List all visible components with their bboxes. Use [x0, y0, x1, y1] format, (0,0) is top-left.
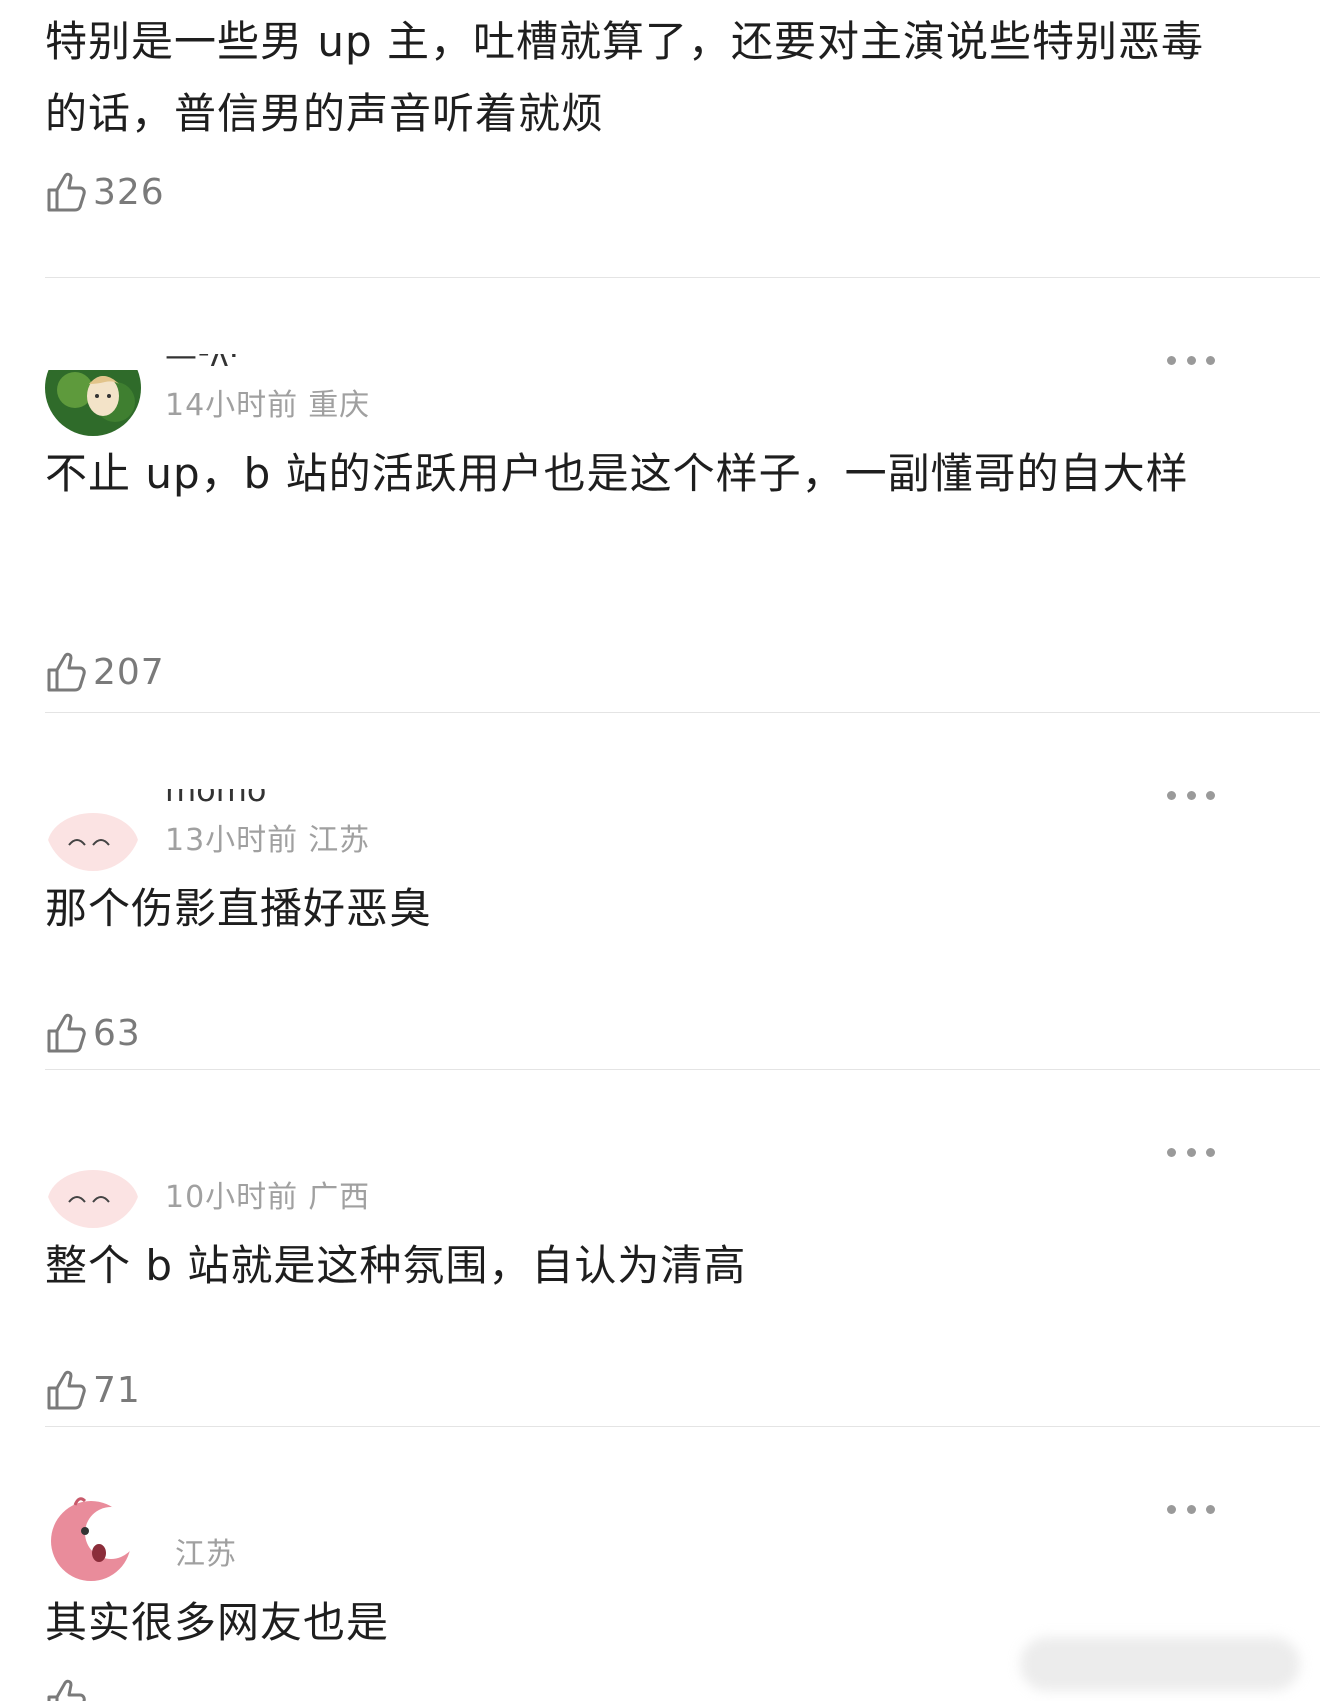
comment-header: momo 13小时前 江苏 — [45, 763, 1245, 871]
avatar-image — [45, 340, 141, 436]
comment-time: 14小时前 — [165, 388, 299, 423]
like-count: 63 — [93, 1012, 141, 1054]
comment-text: 那个伤影直播好恶臭 — [45, 884, 433, 933]
thumbs-up-icon — [47, 1370, 86, 1410]
comment-location: 广西 — [308, 1180, 371, 1215]
more-options-button[interactable] — [1167, 785, 1215, 805]
avatar-image — [45, 775, 141, 871]
dot-icon — [1167, 790, 1176, 800]
avatar-image — [45, 1132, 141, 1228]
comment-item: 特别是一些男 up 主，吐槽就算了，还要对主演说些特别恶毒的话，普信男的声音听着… — [0, 0, 1320, 278]
comment-text: 整个 b 站就是这种氛围，自认为清高 — [45, 1241, 747, 1290]
comment-meta: 14小时前 重庆 — [165, 380, 370, 424]
comment-text: 特别是一些男 up 主，吐槽就算了，还要对主演说些特别恶毒的话，普信男的声音听着… — [45, 17, 1204, 138]
avatar[interactable] — [45, 1489, 141, 1585]
dot-icon — [1186, 355, 1196, 365]
dot-icon — [1186, 1147, 1196, 1157]
blurred-watermark — [1020, 1637, 1300, 1691]
more-options-button[interactable] — [1167, 1499, 1215, 1519]
dot-icon — [1206, 1504, 1215, 1514]
dot-icon — [1167, 355, 1176, 365]
comment-header: 江苏 — [45, 1477, 1245, 1585]
comment-time: 10小时前 — [165, 1180, 299, 1215]
dot-icon — [1206, 355, 1215, 365]
comment-location: 江苏 — [308, 823, 371, 858]
like-button[interactable]: 63 — [45, 1011, 141, 1055]
more-options-button[interactable] — [1167, 1142, 1215, 1162]
comment-item: 10小时前 广西 整个 b 站就是这种氛围，自认为清高 71 — [0, 1070, 1320, 1427]
dot-icon — [1167, 1504, 1176, 1514]
like-button[interactable]: 326 — [45, 170, 165, 214]
like-count: 71 — [93, 1369, 141, 1411]
comment-header: —¹ʌ· 14小时前 重庆 — [45, 328, 1245, 436]
dot-icon — [1186, 790, 1196, 800]
like-count: 207 — [93, 651, 165, 693]
comment-meta: 10小时前 广西 — [165, 1172, 370, 1216]
thumbs-up-icon — [47, 172, 86, 212]
comment-time: 13小时前 — [165, 823, 299, 858]
comment-meta: 13小时前 江苏 — [165, 815, 370, 859]
username[interactable]: —¹ʌ· — [165, 354, 239, 370]
comment-location: 江苏 — [175, 1537, 237, 1572]
comment-item: —¹ʌ· 14小时前 重庆 不止 up，b 站的活跃用户也是这个样子，一副懂哥的自… — [0, 278, 1320, 713]
comment-meta: 江苏 — [165, 1529, 237, 1573]
comment-location: 重庆 — [308, 388, 371, 423]
dot-icon — [1167, 1147, 1176, 1157]
like-button[interactable]: 71 — [45, 1368, 141, 1412]
avatar[interactable] — [45, 775, 141, 871]
thumbs-up-icon — [47, 1013, 86, 1053]
like-button[interactable] — [45, 1677, 93, 1701]
thumbs-up-icon — [47, 652, 86, 692]
comment-header: 10小时前 广西 — [45, 1120, 1245, 1228]
more-options-button[interactable] — [1167, 350, 1215, 370]
comment-item: momo 13小时前 江苏 那个伤影直播好恶臭 63 — [0, 713, 1320, 1070]
avatar[interactable] — [45, 1132, 141, 1228]
dot-icon — [1186, 1504, 1196, 1514]
username[interactable]: momo — [165, 789, 267, 805]
comment-list: 特别是一些男 up 主，吐槽就算了，还要对主演说些特别恶毒的话，普信男的声音听着… — [0, 0, 1320, 1701]
avatar[interactable] — [45, 340, 141, 436]
thumbs-up-icon — [47, 1679, 86, 1701]
like-button[interactable]: 207 — [45, 650, 165, 694]
dot-icon — [1206, 1147, 1215, 1157]
comment-text: 不止 up，b 站的活跃用户也是这个样子，一副懂哥的自大样 — [45, 449, 1189, 498]
like-count: 326 — [93, 171, 165, 213]
dot-icon — [1206, 790, 1215, 800]
avatar-image — [45, 1489, 141, 1585]
